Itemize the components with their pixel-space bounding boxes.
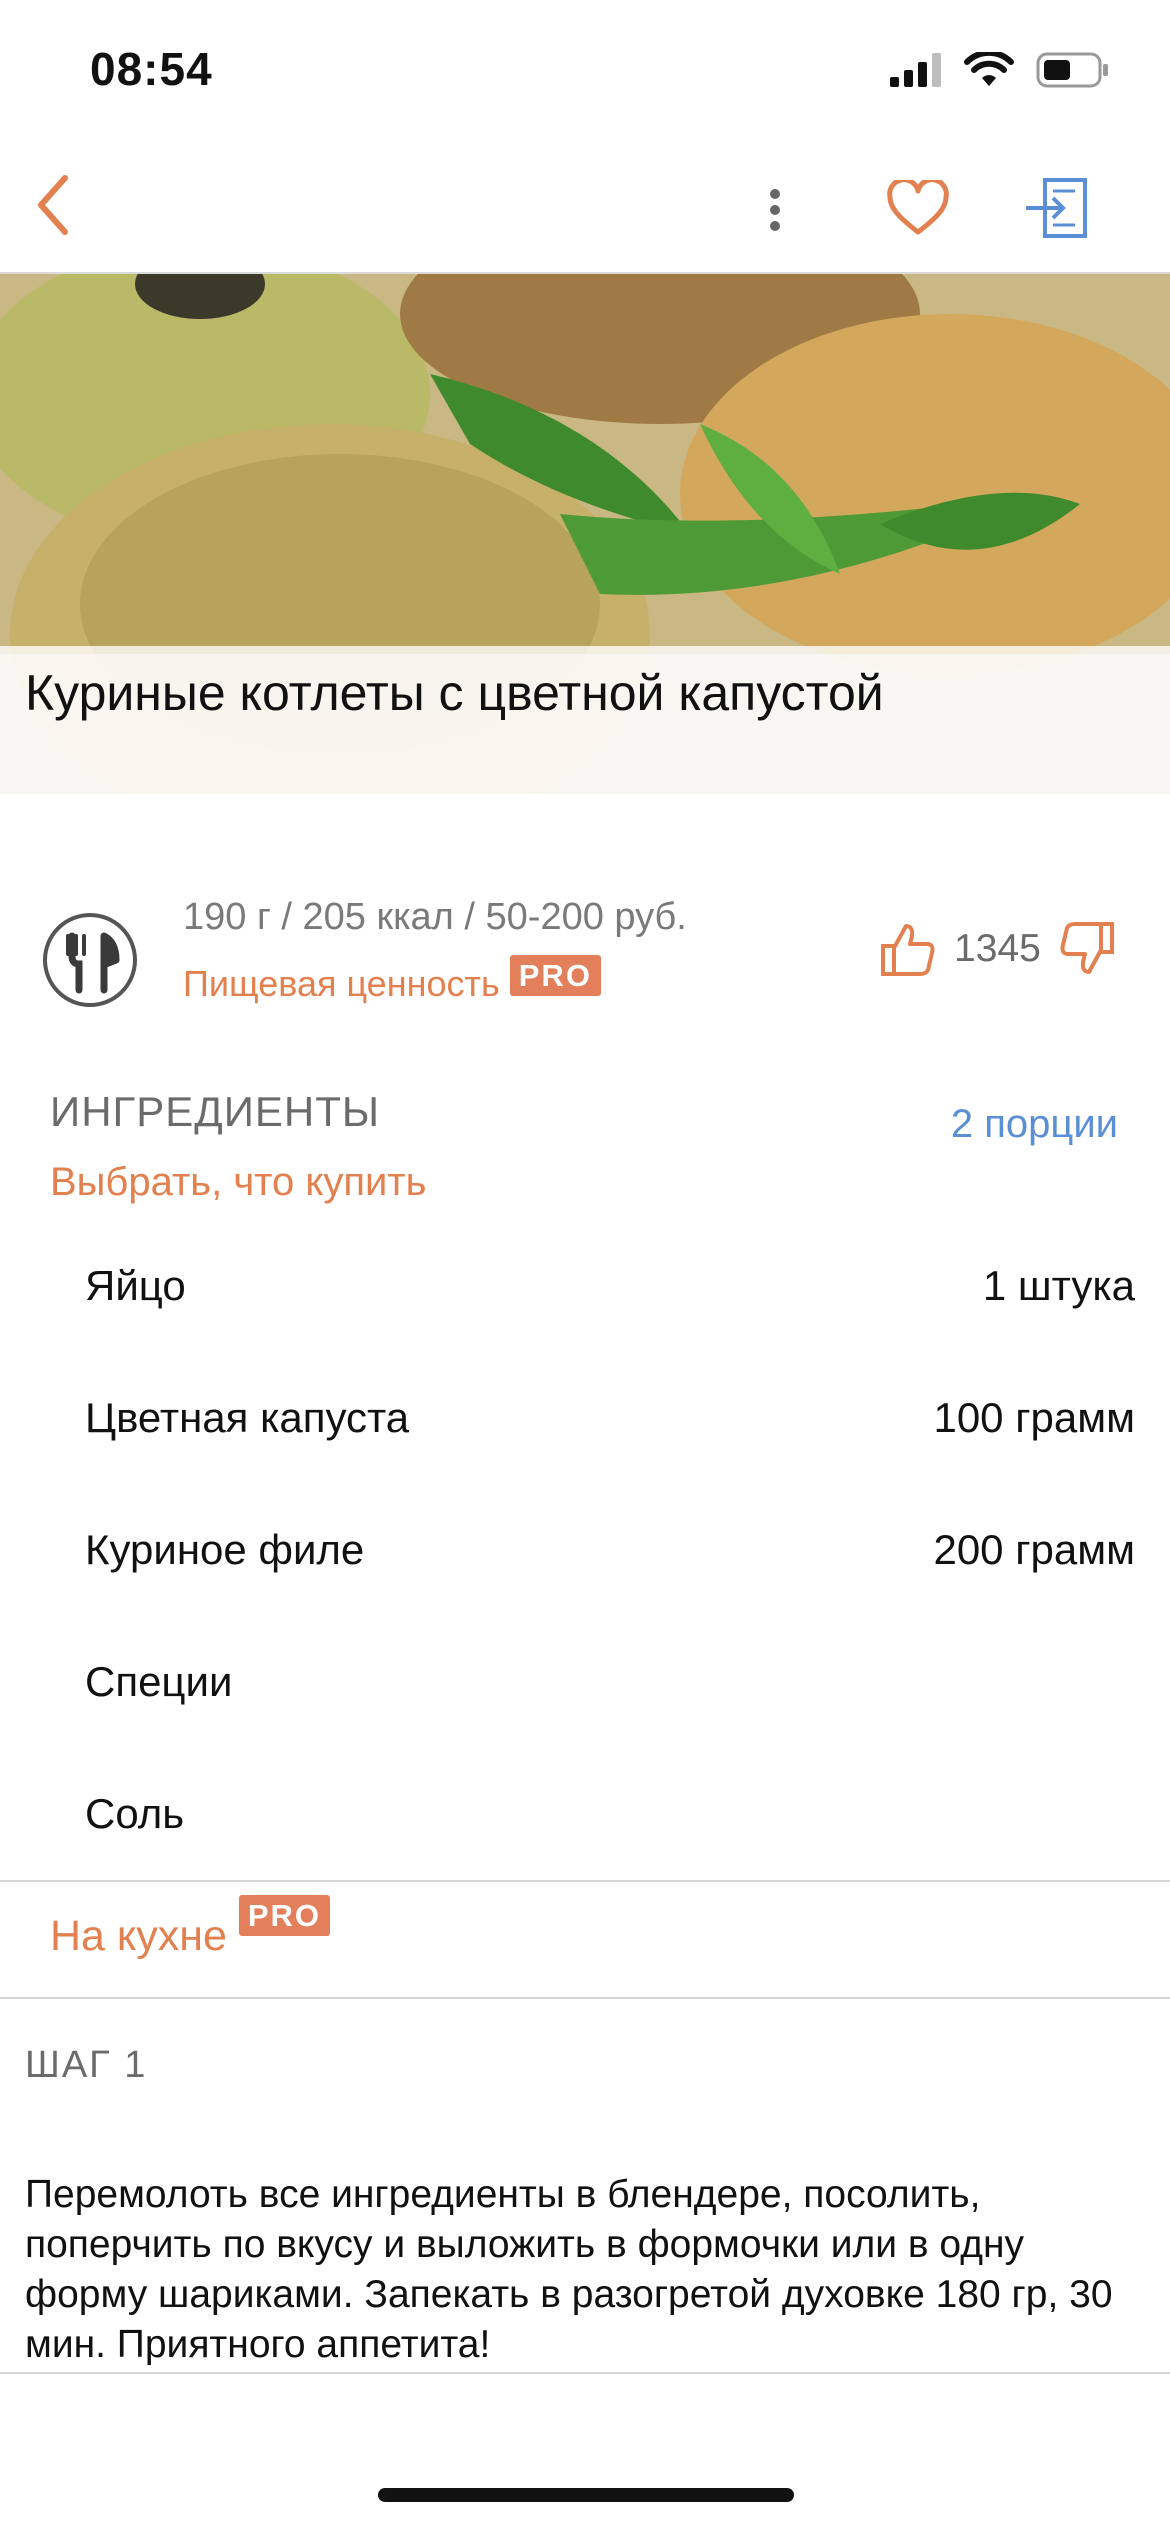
- pro-badge: PRO: [238, 1895, 331, 1936]
- status-icons: [890, 52, 1110, 88]
- battery-icon: [1036, 52, 1108, 88]
- portions-selector[interactable]: 2 порции: [951, 1102, 1118, 1147]
- back-arrow-icon: [38, 175, 68, 235]
- divider: [0, 1997, 1170, 1999]
- ingredient-row: Специи: [85, 1658, 1135, 1706]
- ingredient-row: Цветная капуста 100 грамм: [85, 1394, 1135, 1442]
- heart-icon: [887, 180, 949, 235]
- ingredient-row: Куриное филе 200 грамм: [85, 1526, 1135, 1574]
- ingredient-name: Куриное филе: [85, 1526, 365, 1573]
- login-button[interactable]: [1016, 170, 1096, 246]
- recipe-meta: 190 г / 205 ккал / 50-200 руб.: [183, 896, 687, 938]
- rating-count: 1345: [954, 927, 1041, 970]
- kitchen-label: На кухне: [50, 1912, 227, 1960]
- home-indicator[interactable]: [378, 2488, 794, 2502]
- ingredient-name: Цветная капуста: [85, 1394, 410, 1441]
- ingredients-heading: ИНГРЕДИЕНТЫ: [50, 1088, 381, 1135]
- choose-to-buy-link[interactable]: Выбрать, что купить: [50, 1160, 427, 1205]
- more-button[interactable]: [745, 175, 805, 245]
- nutrition-label: Пищевая ценность: [183, 963, 500, 1004]
- step-heading: ШАГ 1: [25, 2044, 148, 2086]
- divider: [0, 1880, 1170, 1882]
- step-text: Перемолоть все ингредиенты в блендере, п…: [25, 2173, 1113, 2366]
- ingredient-row: Яйцо 1 штука: [85, 1262, 1135, 1310]
- signal-icon: [890, 53, 941, 87]
- thumbs-down-icon[interactable]: [1059, 920, 1115, 978]
- cutlery-icon: [43, 913, 137, 1007]
- ingredient-amount: 100 грамм: [933, 1394, 1135, 1441]
- ingredient-name: Соль: [85, 1790, 185, 1837]
- status-time: 08:54: [90, 43, 213, 95]
- wifi-icon: [964, 52, 1014, 86]
- thumbs-up-icon[interactable]: [880, 920, 936, 978]
- ingredient-row: Соль: [85, 1790, 1135, 1838]
- login-icon: [1026, 178, 1087, 238]
- nav-bar: [0, 140, 1170, 274]
- ingredient-name: Яйцо: [85, 1262, 186, 1309]
- back-button[interactable]: [18, 170, 88, 240]
- ingredient-amount: 1 штука: [982, 1262, 1135, 1309]
- pro-badge: PRO: [509, 955, 601, 996]
- ingredient-name: Специи: [85, 1658, 233, 1705]
- ingredient-amount: 200 грамм: [933, 1526, 1135, 1573]
- kitchen-mode-link[interactable]: На кухне PRO: [50, 1895, 331, 1961]
- nutrition-value-link[interactable]: Пищевая ценность PRO: [183, 955, 601, 1005]
- recipe-title: Куриные котлеты с цветной капустой: [25, 665, 884, 721]
- rating: 1345: [880, 920, 1115, 978]
- favorite-button[interactable]: [878, 170, 958, 246]
- divider: [0, 2372, 1170, 2374]
- more-vertical-icon: [770, 189, 780, 231]
